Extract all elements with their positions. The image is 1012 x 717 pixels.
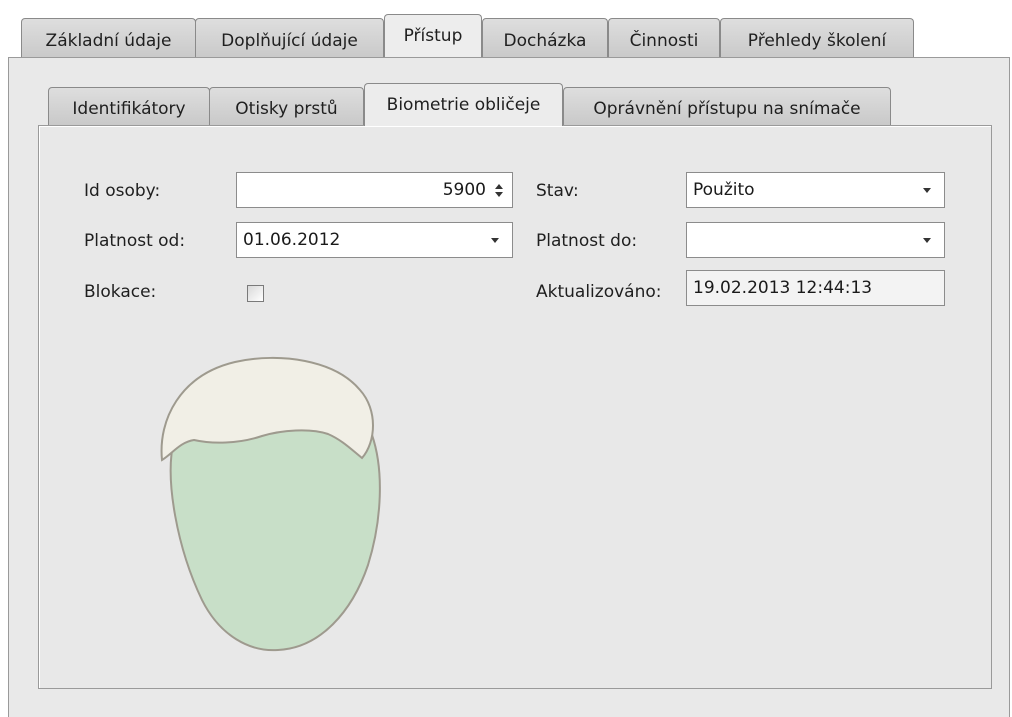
- blokace-checkbox[interactable]: [247, 285, 264, 302]
- tab-cinnosti[interactable]: Činnosti: [608, 18, 720, 58]
- platnost-od-dropdown[interactable]: 01.06.2012: [236, 222, 513, 258]
- tab-biometrie-obliceje[interactable]: Biometrie obličeje: [364, 83, 563, 126]
- id-osoby-field[interactable]: 5900: [236, 172, 513, 208]
- tab-identifikatory[interactable]: Identifikátory: [48, 87, 210, 125]
- platnost-do-dropdown[interactable]: [686, 222, 945, 258]
- tab-prehledy-skoleni[interactable]: Přehledy školení: [720, 18, 914, 58]
- tab-pristup[interactable]: Přístup: [384, 14, 482, 57]
- tab-doplnujici-udaje[interactable]: Doplňující údaje: [195, 18, 384, 58]
- id-osoby-value: 5900: [442, 180, 486, 200]
- spin-up-icon[interactable]: [495, 183, 503, 189]
- tab-zakladni-udaje[interactable]: Základní údaje: [21, 18, 196, 58]
- tab-dochazka[interactable]: Docházka: [482, 18, 608, 58]
- stav-dropdown[interactable]: Použito: [686, 172, 945, 208]
- chevron-down-icon[interactable]: [916, 173, 938, 207]
- id-osoby-spinner[interactable]: [492, 173, 506, 207]
- biometrie-panel: [38, 125, 992, 689]
- stav-value: Použito: [693, 180, 755, 200]
- tab-otisky-prstu[interactable]: Otisky prstů: [209, 87, 364, 125]
- chevron-down-icon[interactable]: [916, 223, 938, 257]
- platnost-od-value: 01.06.2012: [243, 230, 341, 250]
- spin-down-icon[interactable]: [495, 191, 503, 197]
- chevron-down-icon[interactable]: [484, 223, 506, 257]
- tab-opravneni-pristupu[interactable]: Oprávnění přístupu na snímače: [563, 87, 891, 125]
